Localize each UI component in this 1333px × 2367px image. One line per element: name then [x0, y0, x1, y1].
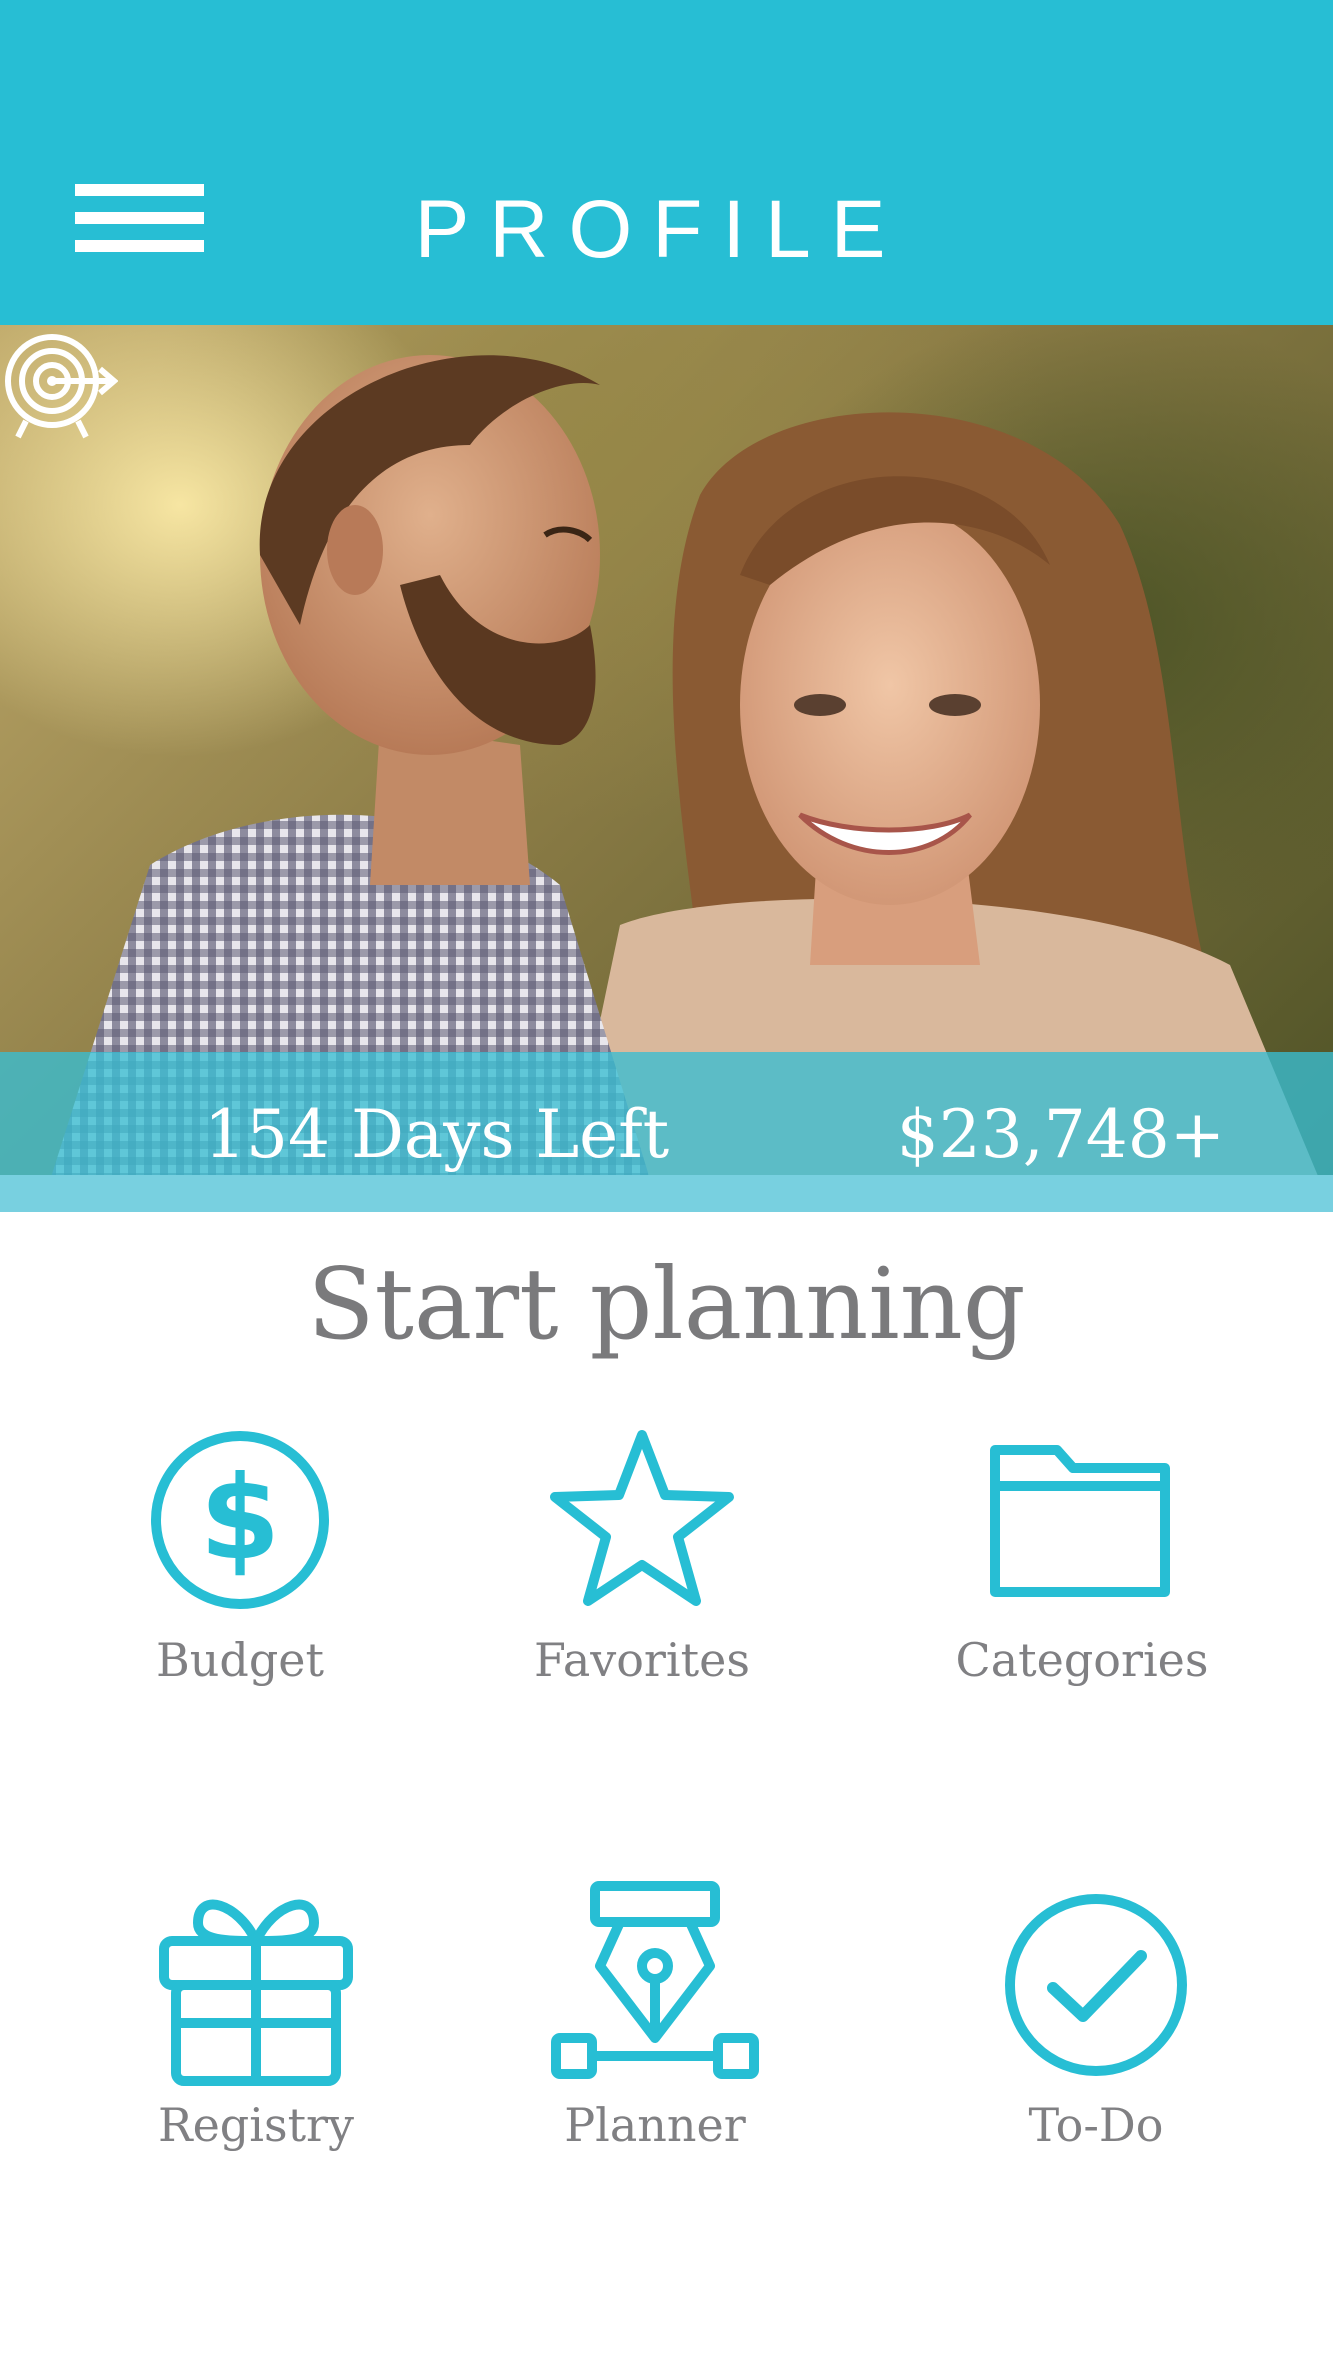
folder-icon [932, 1420, 1232, 1620]
checkmark-circle-icon [946, 1885, 1246, 2085]
target-icon [5, 334, 118, 439]
gift-icon [106, 1885, 406, 2086]
categories-button[interactable]: Categories [932, 1420, 1232, 1720]
registry-label: Registry [157, 2098, 355, 2152]
favorites-button[interactable]: Favorites [492, 1420, 792, 1720]
page-title: PROFILE [414, 184, 906, 275]
registry-button[interactable]: Registry [106, 1885, 406, 2185]
budget-label: Budget [155, 1633, 325, 1687]
favorites-label: Favorites [534, 1633, 750, 1687]
couple-photo: 154 Days Left $23,748+ [0, 325, 1333, 1212]
star-icon [492, 1420, 792, 1620]
categories-label: Categories [955, 1633, 1209, 1687]
todo-button[interactable]: To-Do [946, 1885, 1246, 2185]
dollar-circle-icon: $ [90, 1420, 390, 1620]
app-header: PROFILE [0, 0, 1333, 325]
section-heading: Start planning [307, 1248, 1026, 1362]
pen-tool-icon [505, 1881, 805, 2085]
planner-button[interactable]: Planner [505, 1881, 805, 2185]
days-left-counter: 154 Days Left [204, 1096, 670, 1173]
budget-button[interactable]: $ Budget [90, 1420, 390, 1720]
svg-text:$: $ [200, 1451, 281, 1586]
planner-label: Planner [564, 2098, 746, 2152]
budget-total: $23,748+ [896, 1096, 1225, 1173]
profile-screen: PROFILE 154 Days Left $23,748+ Start pla… [0, 0, 1333, 2367]
todo-label: To-Do [1028, 2098, 1164, 2152]
